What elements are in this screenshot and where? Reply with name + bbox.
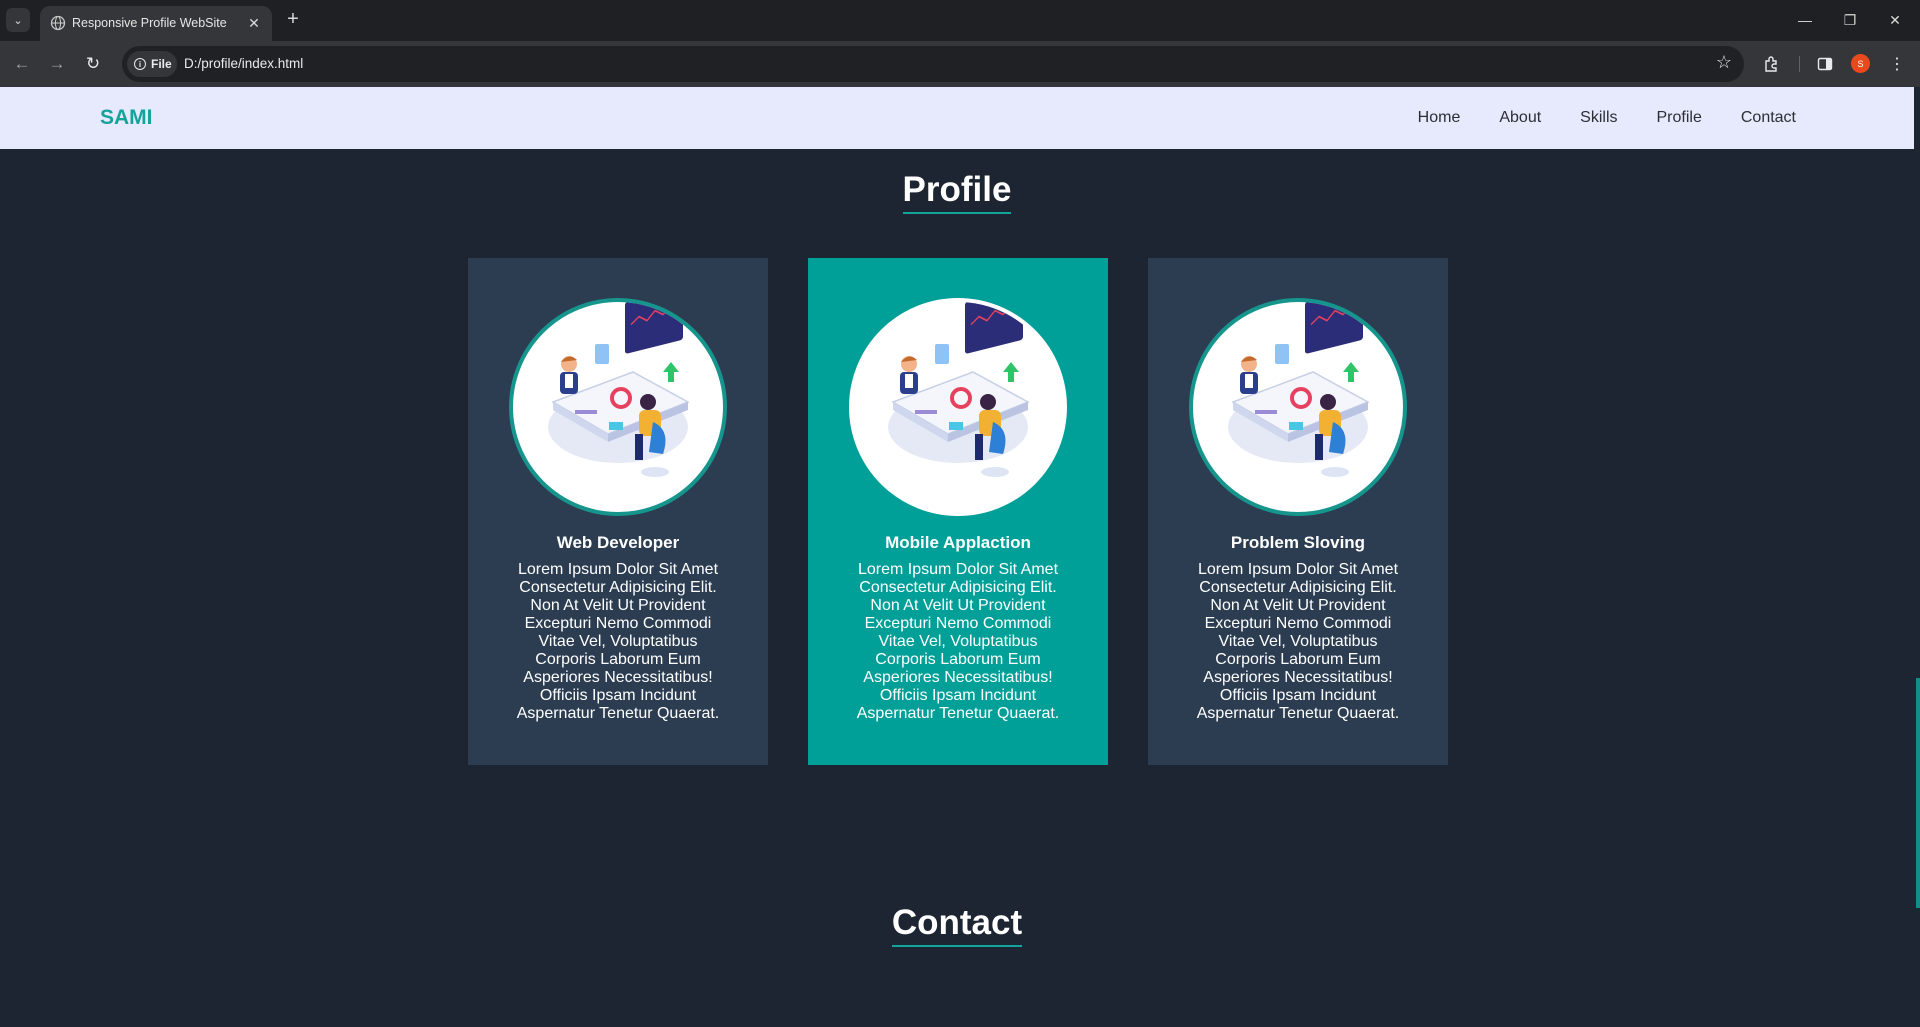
profile-avatar[interactable]: S [1851, 54, 1870, 73]
profile-section-title: Profile [0, 170, 1914, 214]
browser-tab-bar: ⌄ Responsive Profile WebSite ✕ + — ❐ ✕ [0, 0, 1920, 41]
profile-card-web-developer: Web Developer Lorem Ipsum Dolor Sit Amet… [468, 258, 768, 765]
card-title: Problem Sloving [1230, 533, 1366, 552]
bookmark-star-icon[interactable]: ☆ [1716, 52, 1732, 73]
tab-search-button[interactable]: ⌄ [6, 8, 30, 32]
card-illustration [1189, 298, 1407, 516]
nav-about[interactable]: About [1499, 109, 1541, 127]
nav-home[interactable]: Home [1418, 109, 1461, 127]
profile-heading: Profile [902, 170, 1012, 214]
office-illustration-icon [548, 302, 690, 477]
card-illustration [509, 298, 727, 516]
profile-card-mobile-application: Mobile Applaction Lorem Ipsum Dolor Sit … [808, 258, 1108, 765]
new-tab-button[interactable]: + [282, 9, 304, 31]
back-icon[interactable]: ← [10, 52, 34, 76]
extensions-icon[interactable] [1760, 52, 1784, 76]
scrollbar-thumb[interactable] [1916, 678, 1920, 908]
tab-title: Responsive Profile WebSite [72, 16, 227, 30]
minimize-icon[interactable]: — [1788, 8, 1822, 32]
card-title: Mobile Applaction [885, 533, 1031, 552]
nav-profile[interactable]: Profile [1657, 109, 1702, 127]
more-menu-icon[interactable]: ⋮ [1885, 52, 1909, 76]
browser-toolbar: ← → ↻ i File D:/profile/index.html ☆ ⋮ [0, 41, 1920, 87]
address-bar[interactable]: i File D:/profile/index.html ☆ [122, 46, 1744, 82]
reload-icon[interactable]: ↻ [81, 52, 105, 76]
site-header: SAMI Home About Skills Profile Contact [0, 87, 1914, 149]
url-text[interactable]: D:/profile/index.html [184, 56, 303, 71]
close-window-icon[interactable]: ✕ [1878, 8, 1912, 32]
contact-heading: Contact [891, 903, 1023, 947]
profile-card-problem-solving: Problem Sloving Lorem Ipsum Dolor Sit Am… [1148, 258, 1448, 765]
site-info-chip[interactable]: i File [127, 51, 177, 77]
restore-icon[interactable]: ❐ [1833, 8, 1867, 32]
card-title: Web Developer [556, 533, 680, 552]
office-illustration-icon [1228, 302, 1370, 477]
nav-contact[interactable]: Contact [1741, 109, 1796, 127]
card-description: Lorem Ipsum Dolor Sit Amet Consectetur A… [1196, 561, 1400, 722]
toolbar-divider [1799, 56, 1800, 72]
nav-skills[interactable]: Skills [1580, 109, 1617, 127]
forward-icon[interactable]: → [45, 52, 69, 76]
info-icon: i [134, 58, 146, 70]
card-illustration [849, 298, 1067, 516]
globe-icon [50, 15, 66, 31]
card-description: Lorem Ipsum Dolor Sit Amet Consectetur A… [856, 561, 1060, 722]
office-illustration-icon [888, 302, 1030, 477]
browser-tab[interactable]: Responsive Profile WebSite ✕ [40, 6, 272, 41]
site-info-label: File [151, 57, 172, 71]
contact-section-title: Contact [0, 903, 1914, 947]
site-nav: Home About Skills Profile Contact [1418, 109, 1796, 127]
card-description: Lorem Ipsum Dolor Sit Amet Consectetur A… [516, 561, 720, 722]
side-panel-icon[interactable] [1813, 52, 1837, 76]
close-tab-icon[interactable]: ✕ [244, 13, 264, 33]
site-logo[interactable]: SAMI [100, 106, 153, 130]
